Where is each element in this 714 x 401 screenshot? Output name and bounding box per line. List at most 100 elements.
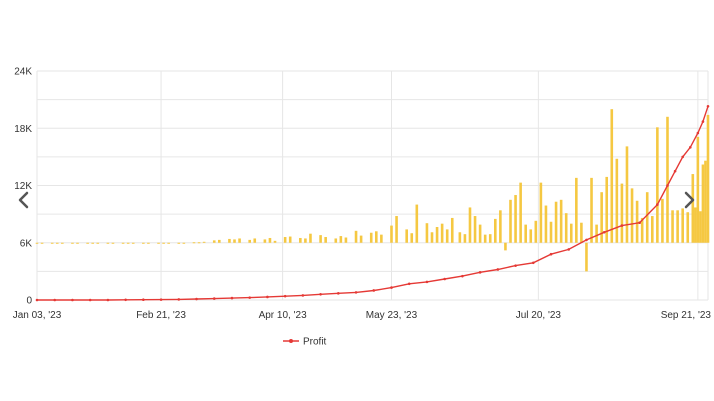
bar [40, 242, 44, 244]
legend-profit-marker [289, 339, 293, 343]
bar [182, 242, 186, 244]
profit-point [425, 280, 429, 284]
bar [435, 227, 439, 243]
profit-point [301, 294, 305, 297]
bar [228, 238, 231, 243]
profit-point [666, 184, 669, 187]
bar [620, 183, 624, 243]
bar [650, 216, 654, 243]
bar [273, 240, 277, 243]
bar [131, 242, 135, 244]
bar [615, 158, 619, 243]
bar [575, 177, 578, 243]
bar [354, 230, 358, 243]
profit-point [673, 169, 677, 173]
profit-point [461, 274, 464, 278]
bar [458, 232, 462, 243]
profit-point [88, 298, 92, 302]
x-axis: Jan 03, '23 Feb 21, '23 Apr 10, '23 May 23,… [13, 310, 712, 321]
bar [162, 242, 165, 244]
bar [635, 200, 639, 243]
bar [309, 233, 312, 243]
bar [410, 233, 414, 243]
bar [524, 224, 527, 243]
bar [544, 205, 548, 243]
bar [142, 242, 145, 244]
profit-point [53, 298, 57, 302]
bar [661, 198, 664, 243]
profit-point [549, 252, 553, 256]
bar [55, 242, 59, 244]
profit-point [248, 296, 251, 299]
bar [415, 204, 419, 243]
bar [463, 234, 467, 243]
profit-point [283, 294, 287, 298]
profit-point [478, 271, 482, 274]
profit-point [638, 221, 641, 225]
profit-point [71, 298, 74, 302]
x-tick-label: Jul 20, '23 [516, 310, 562, 321]
bar [121, 242, 125, 244]
bar [529, 229, 533, 243]
bar [590, 177, 593, 243]
profit-point [230, 296, 234, 300]
x-tick-label: Apr 10, '23 [259, 310, 307, 321]
bar [676, 210, 679, 243]
profit-point [407, 282, 411, 286]
bar [468, 207, 472, 243]
legend[interactable]: Profit [283, 337, 327, 348]
profit-point [656, 203, 659, 206]
bar [233, 239, 236, 243]
bar [253, 238, 257, 243]
profit-point [124, 298, 127, 302]
bar [359, 235, 363, 243]
profit-point [681, 155, 684, 159]
profit-point [688, 146, 692, 149]
bar [192, 242, 196, 244]
y-tick-label: 24K [14, 67, 32, 78]
bar [374, 231, 378, 243]
y-axis: 0 6K 12K 18K 24K [14, 67, 32, 307]
bar [202, 241, 206, 243]
bar [478, 224, 482, 243]
profit-point [706, 105, 710, 108]
bar [212, 240, 216, 243]
bar [488, 234, 492, 243]
bar [369, 232, 373, 243]
profit-point [354, 291, 358, 294]
bar [473, 216, 477, 243]
y-tick-label: 18K [14, 124, 32, 135]
bar [167, 242, 170, 244]
bar [645, 192, 649, 243]
bar [686, 212, 690, 243]
profit-point [266, 295, 269, 299]
bar [671, 210, 674, 243]
bar [91, 242, 95, 244]
bar [380, 234, 383, 243]
bar [106, 242, 110, 244]
profit-point [106, 298, 110, 302]
x-tick-label: Feb 21, '23 [136, 310, 186, 321]
bar [395, 216, 398, 243]
bar [595, 224, 598, 243]
bar [514, 195, 517, 243]
bar [35, 242, 39, 244]
y-tick-label: 0 [26, 296, 32, 307]
x-tick-label: May 23, '23 [366, 310, 418, 321]
bar [76, 242, 79, 244]
prev-button[interactable] [18, 191, 29, 209]
bar [147, 242, 150, 244]
profit-point [212, 297, 216, 300]
bar [299, 237, 302, 243]
profit-point [496, 268, 500, 271]
bar [157, 242, 160, 244]
profit-point [35, 298, 39, 302]
bar [50, 242, 54, 244]
bar [334, 238, 338, 243]
bar [61, 242, 64, 244]
bar [248, 239, 251, 243]
bar [499, 210, 502, 243]
bar [585, 242, 588, 272]
bar [509, 199, 512, 243]
bar [96, 242, 100, 244]
